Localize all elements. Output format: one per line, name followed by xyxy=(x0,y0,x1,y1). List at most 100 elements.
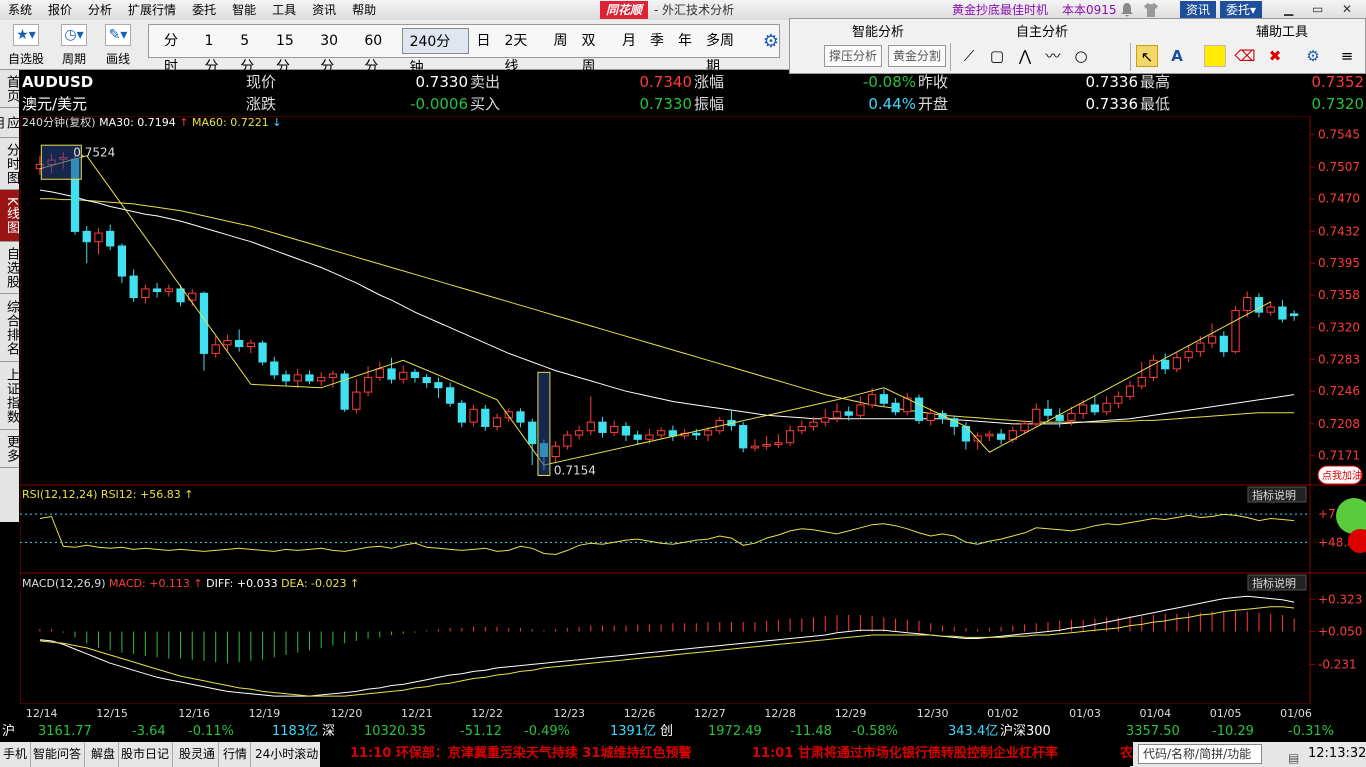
sz-label: 深 xyxy=(322,724,336,739)
date-tick-label: 01/03 xyxy=(1069,707,1101,720)
sidebar-tab-3[interactable]: K线图 xyxy=(0,190,19,242)
self-select-tool[interactable]: ★▾ 自选股 xyxy=(8,24,44,68)
symbol-name: 澳元/美元 xyxy=(22,95,88,113)
menu-trade[interactable]: 委托 xyxy=(184,0,224,20)
tab-smart-qa[interactable]: 智能问答 xyxy=(30,742,86,767)
menu-quote[interactable]: 报价 xyxy=(40,0,80,20)
period-0[interactable]: 分时 xyxy=(157,28,198,75)
app-logo: 同花顺 xyxy=(600,1,649,19)
candle-body xyxy=(152,288,162,293)
keyboard-icon[interactable]: ▤ xyxy=(1288,746,1299,767)
sidebar-tab-5[interactable]: 综合排名 xyxy=(0,294,19,362)
erase-tool-icon[interactable]: ⌫ xyxy=(1234,45,1256,67)
color-picker-icon[interactable] xyxy=(1204,45,1226,67)
period-4[interactable]: 30分 xyxy=(313,28,357,75)
tab-24h[interactable]: 24小时滚动 xyxy=(252,742,323,767)
macd-tick-label: -0.231 xyxy=(1318,658,1357,672)
period-8[interactable]: 2天线 xyxy=(497,28,546,75)
trade-button[interactable]: 委托▾ xyxy=(1220,1,1262,19)
line-tool-icon[interactable]: ⟋ xyxy=(958,45,980,67)
candle-body xyxy=(610,425,619,433)
period-14[interactable]: 多周期 xyxy=(699,28,753,75)
sz-pct: -0.49% xyxy=(524,724,570,739)
more-icon[interactable]: ≡ xyxy=(1336,45,1358,67)
news-item-1[interactable]: 11:10 环保部：京津冀重污染天气持续 31城维持红色预警 xyxy=(350,742,692,766)
left-sidebar: 首页应用分时图K线图自选股综合排名上证指数更多 xyxy=(0,70,19,522)
menu-news[interactable]: 资讯 xyxy=(304,0,344,20)
tab-analysis[interactable]: 解盘 xyxy=(88,742,120,767)
minimize-icon[interactable]: ▁ xyxy=(1284,2,1293,16)
period-5[interactable]: 60分 xyxy=(357,28,401,75)
period-2[interactable]: 5分 xyxy=(233,28,269,75)
smart-analysis-header[interactable]: 智能分析 xyxy=(852,21,904,40)
text-tool-icon[interactable]: A xyxy=(1166,45,1188,67)
cursor-icon[interactable]: ↖ xyxy=(1136,45,1158,67)
rsi-line xyxy=(39,513,1295,556)
period-11[interactable]: 月 xyxy=(615,28,643,54)
draw-tool[interactable]: ✎▾ 画线 xyxy=(100,24,136,68)
menu-analysis[interactable]: 分析 xyxy=(80,0,120,20)
news-item-2[interactable]: 11:01 甘肃将通过市场化银行债转股控制企业杠杆率 xyxy=(752,742,1058,766)
sidebar-tab-7[interactable]: 更多 xyxy=(0,430,19,468)
kline-chart[interactable]: 0.7545 0.7507 0.7470 0.7432 0.7395 0.7358 0.73… xyxy=(19,115,1366,724)
search-input[interactable]: 代码/名称/简拼/功能 xyxy=(1138,744,1262,764)
settings-icon[interactable]: ⚙ xyxy=(1302,45,1324,67)
period-13[interactable]: 年 xyxy=(671,28,699,54)
menu-smart[interactable]: 智能 xyxy=(224,0,264,20)
period-6[interactable]: 240分钟 xyxy=(401,28,470,76)
promo-link[interactable]: 黄金抄底最佳时机 xyxy=(952,0,1048,20)
maximize-icon[interactable]: ▭ xyxy=(1312,2,1323,16)
period-10[interactable]: 双周 xyxy=(575,28,616,75)
support-pressure-button[interactable]: 撑压分析 xyxy=(824,45,883,67)
high-value: 0.7352 xyxy=(1311,73,1365,91)
golden-split-button[interactable]: 黄金分割 xyxy=(888,45,947,67)
period-settings-icon[interactable]: ⚙ xyxy=(763,31,779,52)
menu-system[interactable]: 系统 xyxy=(0,0,40,20)
circle-tool-icon[interactable]: ○ xyxy=(1070,45,1092,67)
close-icon[interactable]: ✕ xyxy=(1342,2,1352,16)
period-1[interactable]: 1分 xyxy=(198,28,234,75)
wave-tool-icon[interactable]: 〰 xyxy=(1042,45,1064,67)
date-tick-label: 12/29 xyxy=(835,707,867,720)
candle-body xyxy=(879,394,888,404)
sidebar-tab-2[interactable]: 分时图 xyxy=(0,138,19,190)
sidebar-tab-0[interactable]: 首页 xyxy=(0,70,19,108)
candle-body xyxy=(985,433,994,437)
macd-header: MACD(12,26,9) MACD: +0.113 ↑ DIFF: +0.03… xyxy=(22,577,359,590)
up-arrow-icon: ↑ xyxy=(176,116,192,129)
period-3[interactable]: 15分 xyxy=(269,28,313,75)
period-tool[interactable]: ◷▾ 周期 xyxy=(56,24,92,68)
candle-body xyxy=(621,425,631,436)
sidebar-tab-6[interactable]: 上证指数 xyxy=(0,362,19,430)
version-link[interactable]: 本本0915 xyxy=(1062,0,1117,20)
chart-area[interactable]: 0.7545 0.7507 0.7470 0.7432 0.7395 0.7358 0.73… xyxy=(19,115,1366,724)
price-tick-label: 0.7171 xyxy=(1318,449,1360,463)
candle-body xyxy=(1067,413,1076,421)
tab-diary[interactable]: 股市日记 xyxy=(118,742,174,767)
custom-analysis-header[interactable]: 自主分析 xyxy=(1016,21,1068,40)
news-item-3[interactable]: 农 xyxy=(1120,742,1134,766)
index-ticker-bar: 沪 3161.77 -3.64 -0.11% 1183亿 深 10320.35 … xyxy=(0,722,1366,742)
menu-tools[interactable]: 工具 xyxy=(264,0,304,20)
period-7[interactable]: 日 xyxy=(469,28,497,54)
news-button[interactable]: 资讯 xyxy=(1180,1,1216,19)
period-12[interactable]: 季 xyxy=(643,28,671,54)
menu-help[interactable]: 帮助 xyxy=(344,0,384,20)
sidebar-tab-4[interactable]: 自选股 xyxy=(0,242,19,294)
date-tick-label: 12/16 xyxy=(178,707,210,720)
tab-market[interactable]: 行情 xyxy=(220,742,252,767)
tab-mobile[interactable]: 手机 xyxy=(0,742,32,767)
menu-extended[interactable]: 扩展行情 xyxy=(120,0,184,20)
date-tick-label: 12/21 xyxy=(401,707,433,720)
delete-icon[interactable]: ✖ xyxy=(1264,45,1286,67)
aux-tools-header[interactable]: 辅助工具 xyxy=(1256,21,1308,40)
dea-line xyxy=(39,606,1295,697)
sidebar-tab-1[interactable]: 应用 xyxy=(0,108,19,138)
pattern-tool-icon[interactable]: ⋀ xyxy=(1014,45,1036,67)
window-title: - 外汇技术分析 xyxy=(654,3,735,17)
period-9[interactable]: 周 xyxy=(547,28,575,54)
candle-body xyxy=(774,442,783,445)
rect-tool-icon[interactable]: ▢ xyxy=(986,45,1008,67)
tab-stock-link[interactable]: 股灵通 xyxy=(176,742,220,767)
date-tick-label: 12/19 xyxy=(249,707,281,720)
